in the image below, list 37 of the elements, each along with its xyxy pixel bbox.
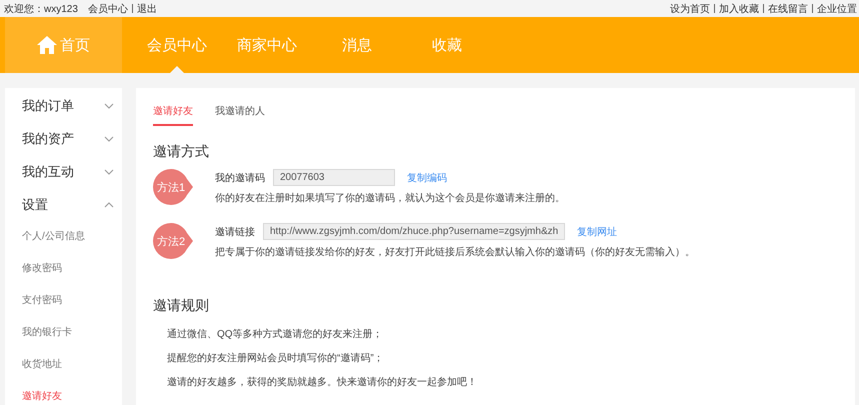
field-label: 邀请链接 (215, 226, 255, 238)
sidebar-group[interactable]: 我的订单 (5, 89, 122, 122)
sidebar-item[interactable]: 个人/公司信息 (5, 221, 122, 253)
copy-link[interactable]: 复制网址 (577, 224, 618, 238)
rule-text: 提醒您的好友注册网站会员时填写你的“邀请码”； (167, 352, 385, 365)
top-link[interactable]: 企业位置 (817, 2, 857, 16)
sidebar-item[interactable]: 支付密码 (5, 285, 122, 317)
section-title: 邀请方式 (153, 143, 210, 161)
sidebar-item[interactable]: 修改密码 (5, 253, 122, 285)
top-link[interactable]: 在线留言 (768, 2, 808, 16)
chevron-up-icon (104, 202, 114, 208)
tab[interactable]: 邀请好友 (153, 104, 193, 126)
sidebar-group[interactable]: 我的资产 (5, 122, 122, 155)
field-label: 我的邀请码 (215, 172, 265, 184)
tab[interactable]: 我邀请的人 (215, 104, 265, 126)
chevron-down-icon (104, 102, 114, 108)
top-link[interactable]: 加入收藏 (719, 2, 759, 16)
sidebar-group[interactable]: 我的互动 (5, 155, 122, 188)
home-icon (37, 36, 57, 54)
sidebar-item[interactable]: 收货地址 (5, 349, 122, 381)
chevron-down-icon (104, 136, 114, 142)
sidebar-item[interactable]: 邀请好友 (5, 381, 122, 405)
rule-text: 邀请的好友越多，获得的奖励就越多。快来邀请你的好友一起参加吧！ (167, 376, 478, 389)
greeting-text: 欢迎您：wxy123 (4, 2, 78, 16)
input-field[interactable]: 20077603 (273, 169, 395, 186)
copy-link[interactable]: 复制编码 (407, 170, 447, 184)
input-field[interactable]: http://www.zgsyjmh.com/dom/zhuce.php?username=zgsyjmh&zh (263, 223, 566, 240)
chevron-down-icon (104, 168, 114, 174)
sidebar-group[interactable]: 设置 (5, 188, 122, 221)
top-link[interactable]: 退出 (136, 2, 157, 16)
description-text: 把专属于你的邀请链接发给你的好友，好友打开此链接后系统会默认输入你的邀请码（你的好友无需输入）。 (215, 246, 695, 259)
top-link[interactable]: 会员中心 (88, 2, 128, 16)
rule-text: 通过微信、QQ等多种方式邀请您的好友来注册； (167, 328, 384, 341)
sidebar-item[interactable]: 我的银行卡 (5, 317, 122, 349)
description-text: 你的好友在注册时如果填写了你的邀请码，就认为这个会员是你邀请来注册的。 (215, 192, 565, 205)
section-title: 邀请规则 (153, 297, 210, 315)
top-link[interactable]: 设为首页 (670, 2, 710, 16)
